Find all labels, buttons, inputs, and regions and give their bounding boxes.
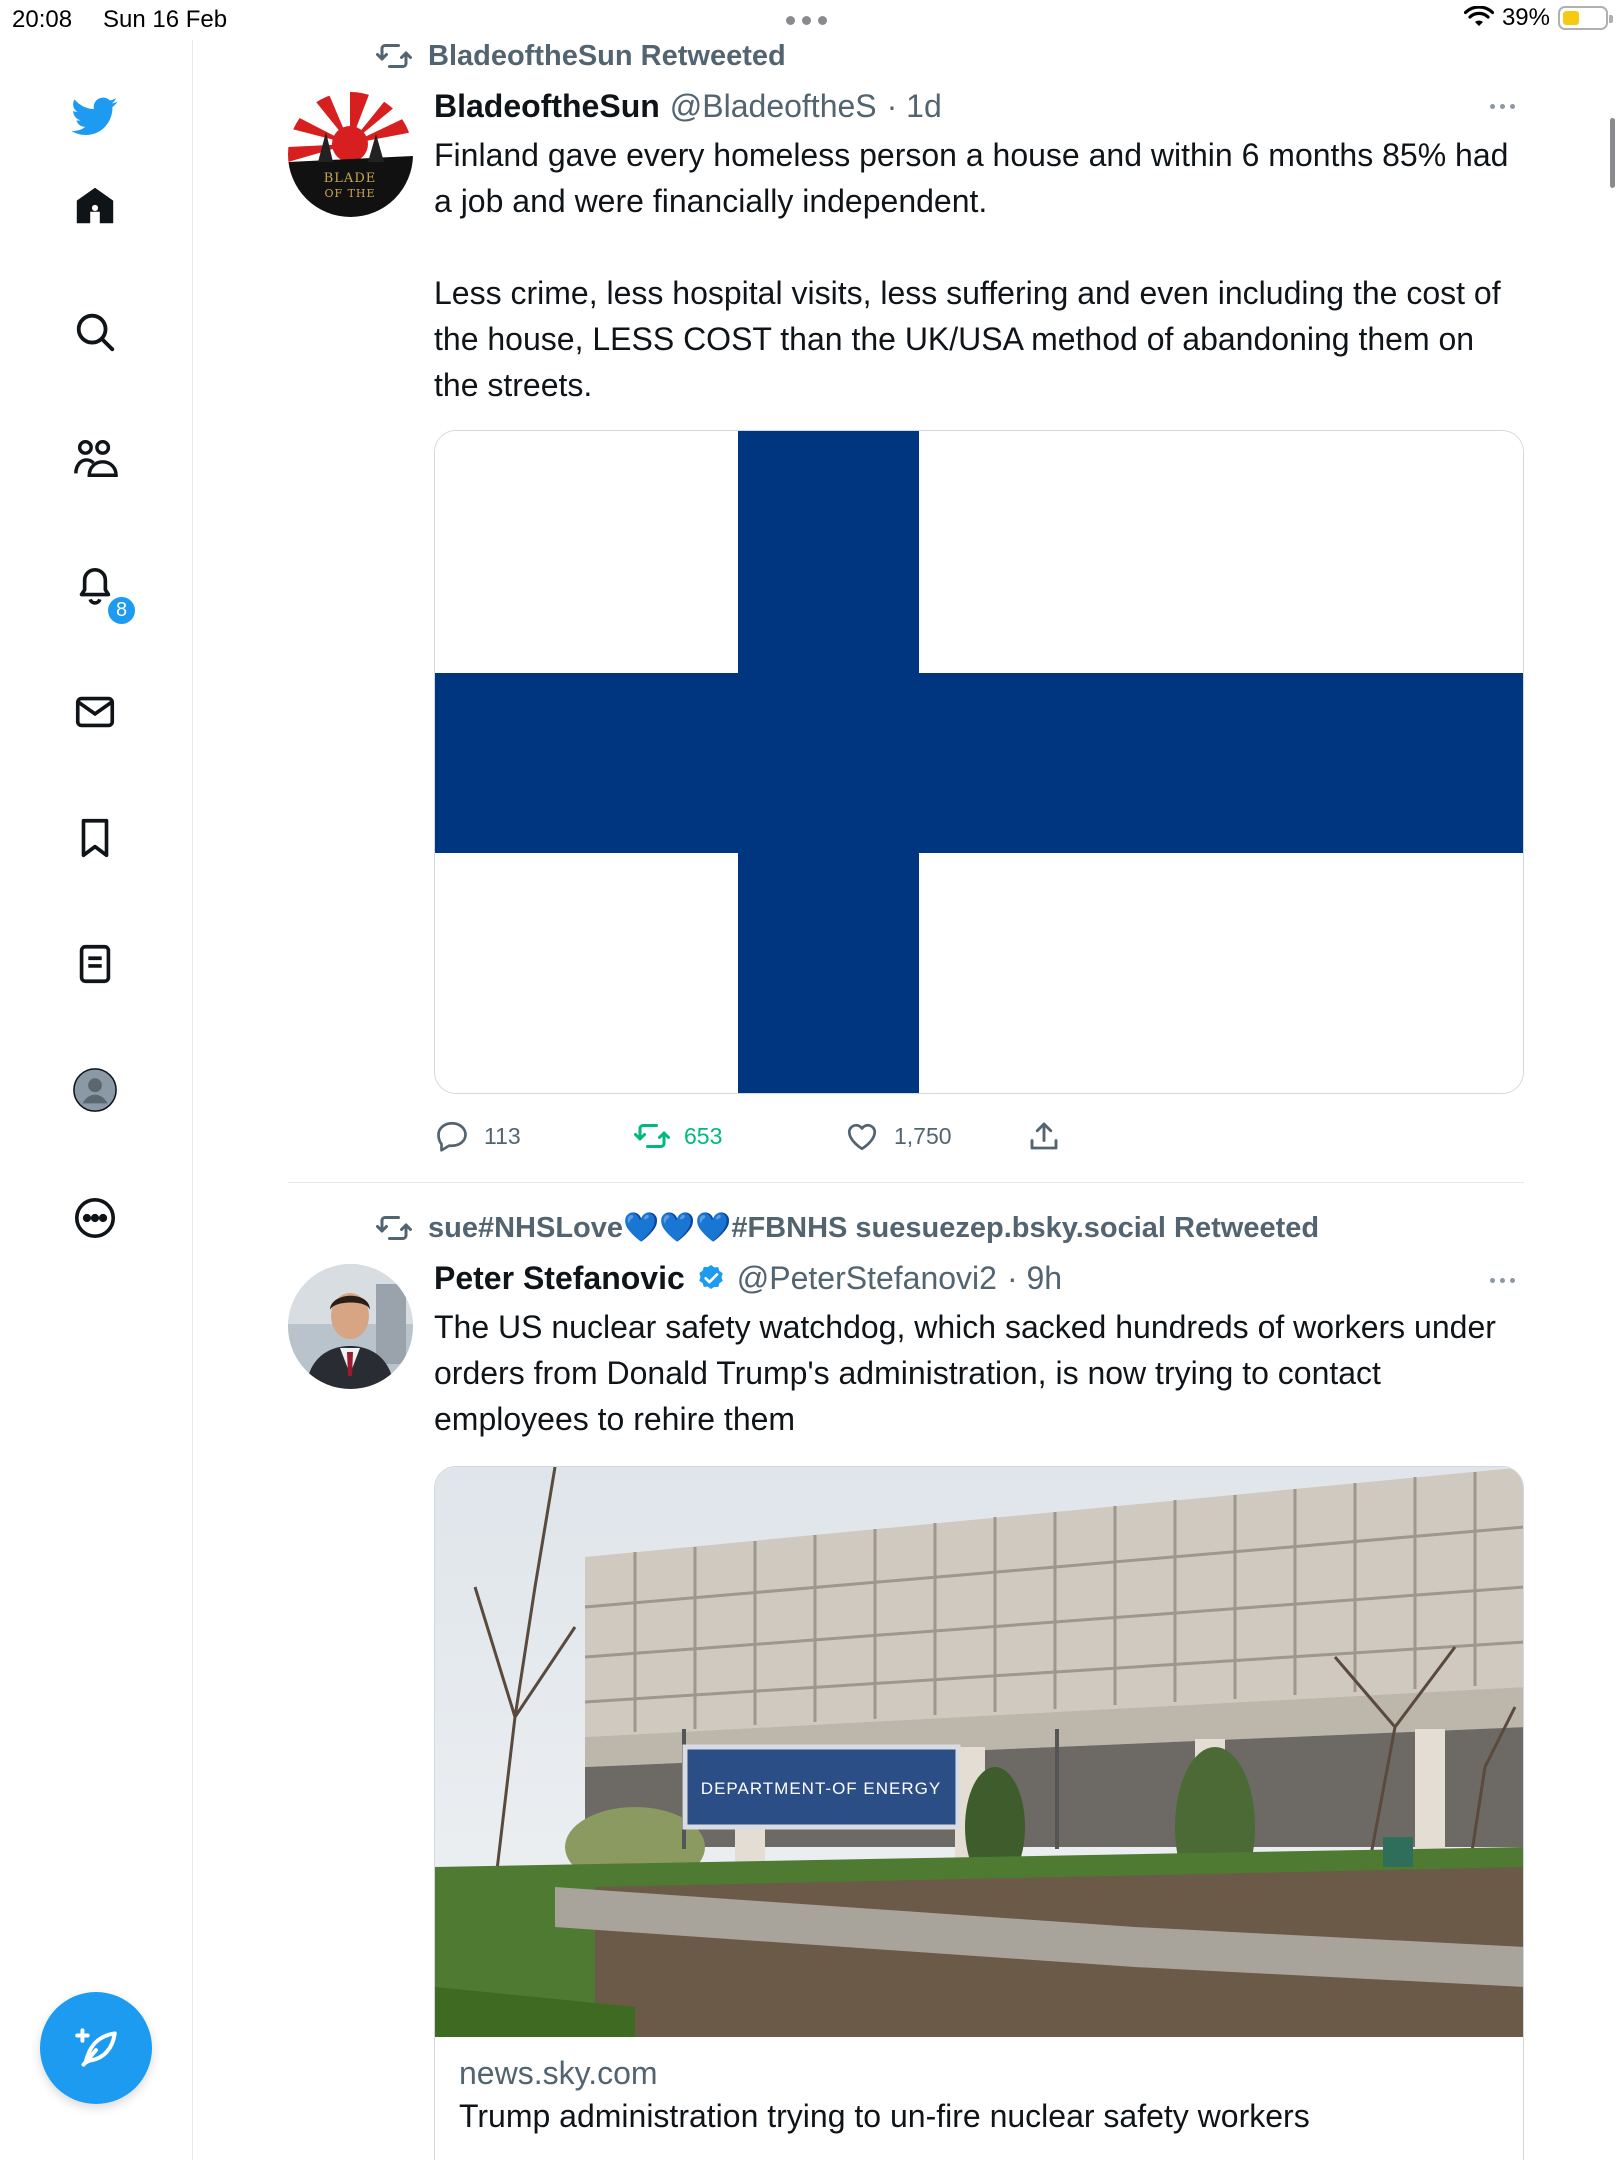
bookmarks-icon[interactable]: [67, 810, 123, 866]
username[interactable]: @BladeoftheS: [670, 88, 877, 125]
tweet-image-finland-flag[interactable]: [434, 430, 1524, 1094]
tweet[interactable]: BladeoftheSun Retweeted BLADE OF THE Bla…: [288, 38, 1524, 1182]
display-name[interactable]: Peter Stefanovic: [434, 1260, 685, 1297]
heart-icon: [847, 1123, 877, 1151]
timestamp[interactable]: · 9h: [1007, 1260, 1062, 1297]
retweet-icon: [634, 1124, 670, 1148]
reply-button[interactable]: 113: [434, 1118, 521, 1154]
status-bar: 20:08 Sun 16 Feb 39%: [0, 0, 1620, 40]
status-time: 20:08: [12, 6, 73, 33]
timestamp[interactable]: · 1d: [887, 88, 942, 125]
retweeted-by: sue#NHSLove💙💙💙#FBNHS suesuezep.bsky.soci…: [428, 1212, 1320, 1244]
verified-badge-icon: [699, 1264, 723, 1289]
lists-icon[interactable]: [67, 936, 123, 992]
avatar[interactable]: [288, 1264, 413, 1389]
twitter-bird-icon[interactable]: [67, 88, 123, 144]
retweeted-by: BladeoftheSun Retweeted: [428, 39, 786, 72]
home-icon[interactable]: [67, 178, 123, 234]
tweet-text: The US nuclear safety watchdog, which sa…: [434, 1309, 1496, 1437]
scrollbar[interactable]: [1610, 118, 1615, 188]
retweet-context: BladeoftheSun Retweeted: [376, 38, 786, 74]
tweet[interactable]: sue#NHSLove💙💙💙#FBNHS suesuezep.bsky.soci…: [288, 1210, 1524, 2160]
avatar-logo-text: BLADE: [324, 171, 377, 186]
notification-badge: 8: [106, 595, 137, 626]
battery-percent: 39%: [1501, 4, 1550, 31]
share-icon: [1030, 1122, 1058, 1150]
profile-icon[interactable]: [67, 1062, 123, 1118]
tweet-text-paragraph: Less crime, less hospital visits, less s…: [434, 275, 1501, 403]
retweet-icon: [376, 1216, 412, 1240]
messages-icon[interactable]: [67, 684, 123, 740]
tweet-text: Finland gave every homeless person a hou…: [434, 132, 1514, 408]
reply-icon: [437, 1121, 467, 1152]
tweet-header: Peter Stefanovic @PeterStefanovi2 · 9h: [434, 1260, 1062, 1297]
link-card-title[interactable]: Trump administration trying to un-fire n…: [459, 2098, 1310, 2135]
retweet-button[interactable]: 653: [634, 1118, 722, 1154]
tweet-text-paragraph: Finland gave every homeless person a hou…: [434, 137, 1509, 219]
share-button[interactable]: [1026, 1118, 1062, 1154]
sidebar: 8: [0, 40, 193, 2160]
more-icon[interactable]: [67, 1190, 123, 1246]
retweet-count: 653: [684, 1122, 723, 1149]
compose-feather-icon: [75, 2028, 117, 2067]
retweet-icon: [376, 44, 412, 68]
more-options-icon[interactable]: [1490, 1278, 1515, 1283]
search-icon[interactable]: [67, 304, 123, 360]
link-card[interactable]: DEPARTMENT-OF ENERGY news.sky.com Trump …: [434, 1466, 1524, 2160]
svg-text:OF THE: OF THE: [324, 187, 375, 200]
compose-tweet-button[interactable]: [40, 1992, 152, 2104]
link-card-domain[interactable]: news.sky.com: [459, 2055, 1310, 2092]
more-options-icon[interactable]: [1490, 104, 1515, 109]
display-name[interactable]: BladeoftheSun: [434, 88, 660, 125]
communities-icon[interactable]: [67, 430, 123, 486]
battery-icon: [1558, 6, 1613, 30]
wifi-icon: [1463, 6, 1494, 26]
like-button[interactable]: 1,750: [844, 1118, 952, 1154]
like-count: 1,750: [894, 1122, 952, 1149]
avatar[interactable]: BLADE OF THE: [288, 92, 413, 217]
username[interactable]: @PeterStefanovi2: [737, 1260, 997, 1297]
tweet-divider: [288, 1182, 1524, 1183]
retweet-context: sue#NHSLove💙💙💙#FBNHS suesuezep.bsky.soci…: [376, 1210, 1319, 1246]
multitasking-dots-icon[interactable]: [786, 16, 832, 26]
tweet-header: BladeoftheSun @BladeoftheS · 1d: [434, 88, 942, 125]
reply-count: 113: [484, 1122, 521, 1149]
link-card-image: DEPARTMENT-OF ENERGY: [435, 1467, 1523, 2037]
sign-text: DEPARTMENT-OF ENERGY: [701, 1779, 941, 1798]
status-date: Sun 16 Feb: [103, 6, 228, 33]
